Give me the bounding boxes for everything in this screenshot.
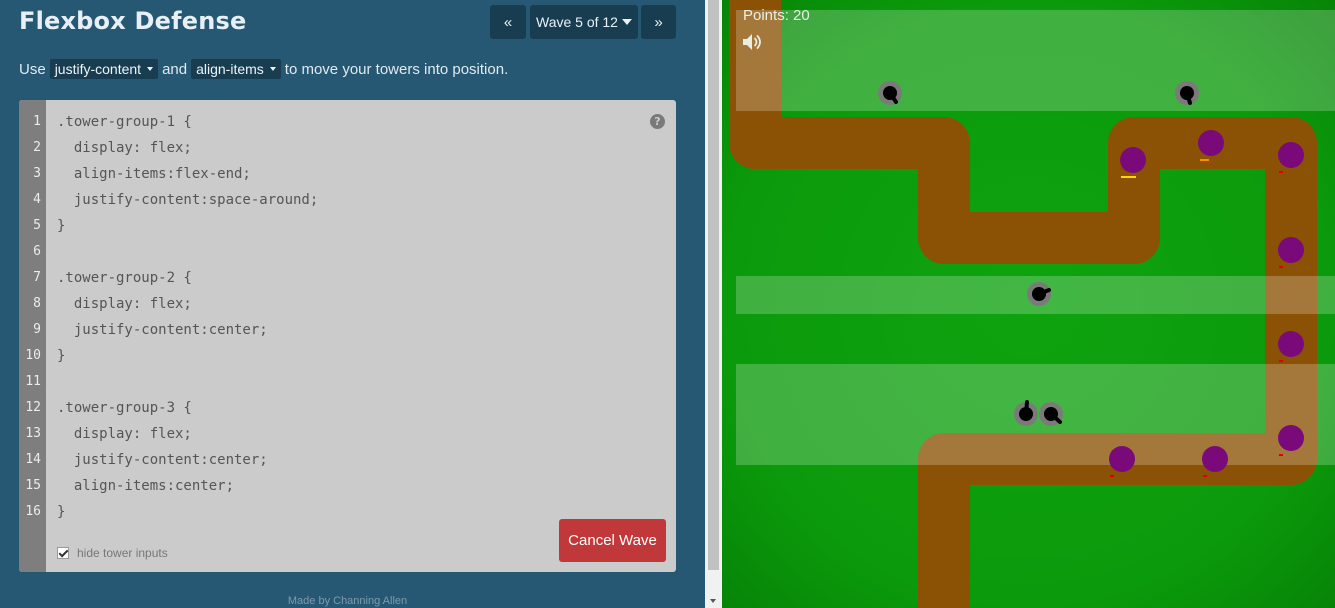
hide-tower-inputs-checkbox[interactable] bbox=[57, 547, 69, 559]
code-line[interactable]: display: flex; bbox=[57, 135, 192, 161]
code-line[interactable]: display: flex; bbox=[57, 421, 192, 447]
line-number: 2 bbox=[33, 140, 41, 155]
code-line[interactable]: } bbox=[57, 343, 65, 369]
line-number: 6 bbox=[33, 244, 41, 259]
hide-tower-inputs-toggle[interactable]: hide tower inputs bbox=[57, 546, 168, 560]
wave-select-dropdown[interactable]: Wave 5 of 12 bbox=[530, 5, 638, 39]
next-wave-button[interactable]: » bbox=[641, 5, 676, 39]
line-number: 10 bbox=[25, 348, 41, 363]
code-line[interactable]: .tower-group-1 { bbox=[57, 109, 192, 135]
game-board-canvas bbox=[729, 0, 1335, 608]
code-line[interactable]: .tower-group-2 { bbox=[57, 265, 192, 291]
line-number: 3 bbox=[33, 166, 41, 181]
double-chevron-right-icon: » bbox=[654, 13, 663, 31]
caret-down-icon bbox=[269, 67, 276, 71]
tower bbox=[1027, 282, 1051, 306]
scrollbar[interactable] bbox=[705, 0, 722, 608]
caret-down-icon bbox=[147, 67, 154, 71]
instructions-prefix: Use bbox=[19, 60, 46, 78]
line-number: 15 bbox=[25, 478, 41, 493]
hide-tower-inputs-label: hide tower inputs bbox=[77, 546, 168, 560]
css-code-editor[interactable]: 1 2 3 4 5 6 7 8 9 10 11 12 13 14 15 16 .tower-group-1 {… bbox=[19, 100, 676, 572]
code-line[interactable]: } bbox=[57, 499, 65, 525]
tower bbox=[1039, 402, 1063, 426]
editor-panel: Flexbox Defense « Wave 5 of 12 » Use jus… bbox=[0, 0, 705, 608]
line-number: 8 bbox=[33, 296, 41, 311]
scroll-down-arrow-icon[interactable] bbox=[710, 599, 716, 603]
previous-wave-button[interactable]: « bbox=[490, 5, 526, 39]
instructions-suffix: to move your towers into position. bbox=[284, 60, 509, 78]
align-items-label: align-items bbox=[196, 61, 264, 77]
game-board: Points: 20 bbox=[722, 0, 1335, 608]
justify-content-select[interactable]: justify-content bbox=[49, 59, 159, 79]
code-line[interactable]: justify-content:space-around; bbox=[57, 187, 318, 213]
tower bbox=[1175, 81, 1199, 105]
points-counter: Points: 20 bbox=[743, 7, 810, 24]
tower-zone-1 bbox=[736, 10, 1335, 111]
code-line[interactable]: } bbox=[57, 213, 65, 239]
line-number: 13 bbox=[25, 426, 41, 441]
line-number: 12 bbox=[25, 400, 41, 415]
scrollbar-thumb[interactable] bbox=[708, 0, 719, 570]
line-number: 16 bbox=[25, 504, 41, 519]
justify-content-label: justify-content bbox=[54, 61, 142, 77]
code-line[interactable]: .tower-group-3 { bbox=[57, 395, 192, 421]
caret-down-icon bbox=[621, 19, 632, 25]
help-icon[interactable]: ? bbox=[650, 114, 665, 129]
code-line[interactable]: align-items:center; bbox=[57, 473, 234, 499]
line-number: 1 bbox=[33, 114, 41, 129]
code-line[interactable]: justify-content:center; bbox=[57, 317, 268, 343]
wave-label: Wave 5 of 12 bbox=[536, 14, 618, 30]
instructions: Use justify-content and align-items to m… bbox=[19, 59, 508, 79]
line-number: 4 bbox=[33, 192, 41, 207]
line-number: 9 bbox=[33, 322, 41, 337]
code-line[interactable]: align-items:flex-end; bbox=[57, 161, 251, 187]
line-number: 11 bbox=[25, 374, 41, 389]
tower bbox=[878, 81, 902, 105]
cancel-wave-button[interactable]: Cancel Wave bbox=[559, 519, 666, 562]
instructions-middle: and bbox=[162, 60, 188, 78]
credit-text: Made by Channing Allen bbox=[287, 595, 408, 607]
line-number-gutter: 1 2 3 4 5 6 7 8 9 10 11 12 13 14 15 16 bbox=[19, 100, 46, 572]
line-number: 5 bbox=[33, 218, 41, 233]
tower bbox=[1014, 400, 1038, 426]
double-chevron-left-icon: « bbox=[503, 13, 513, 31]
line-number: 14 bbox=[25, 452, 41, 467]
code-line[interactable]: display: flex; bbox=[57, 291, 192, 317]
line-number: 7 bbox=[33, 270, 41, 285]
code-line[interactable]: justify-content:center; bbox=[57, 447, 268, 473]
app-title: Flexbox Defense bbox=[19, 7, 247, 35]
align-items-select[interactable]: align-items bbox=[191, 59, 281, 79]
